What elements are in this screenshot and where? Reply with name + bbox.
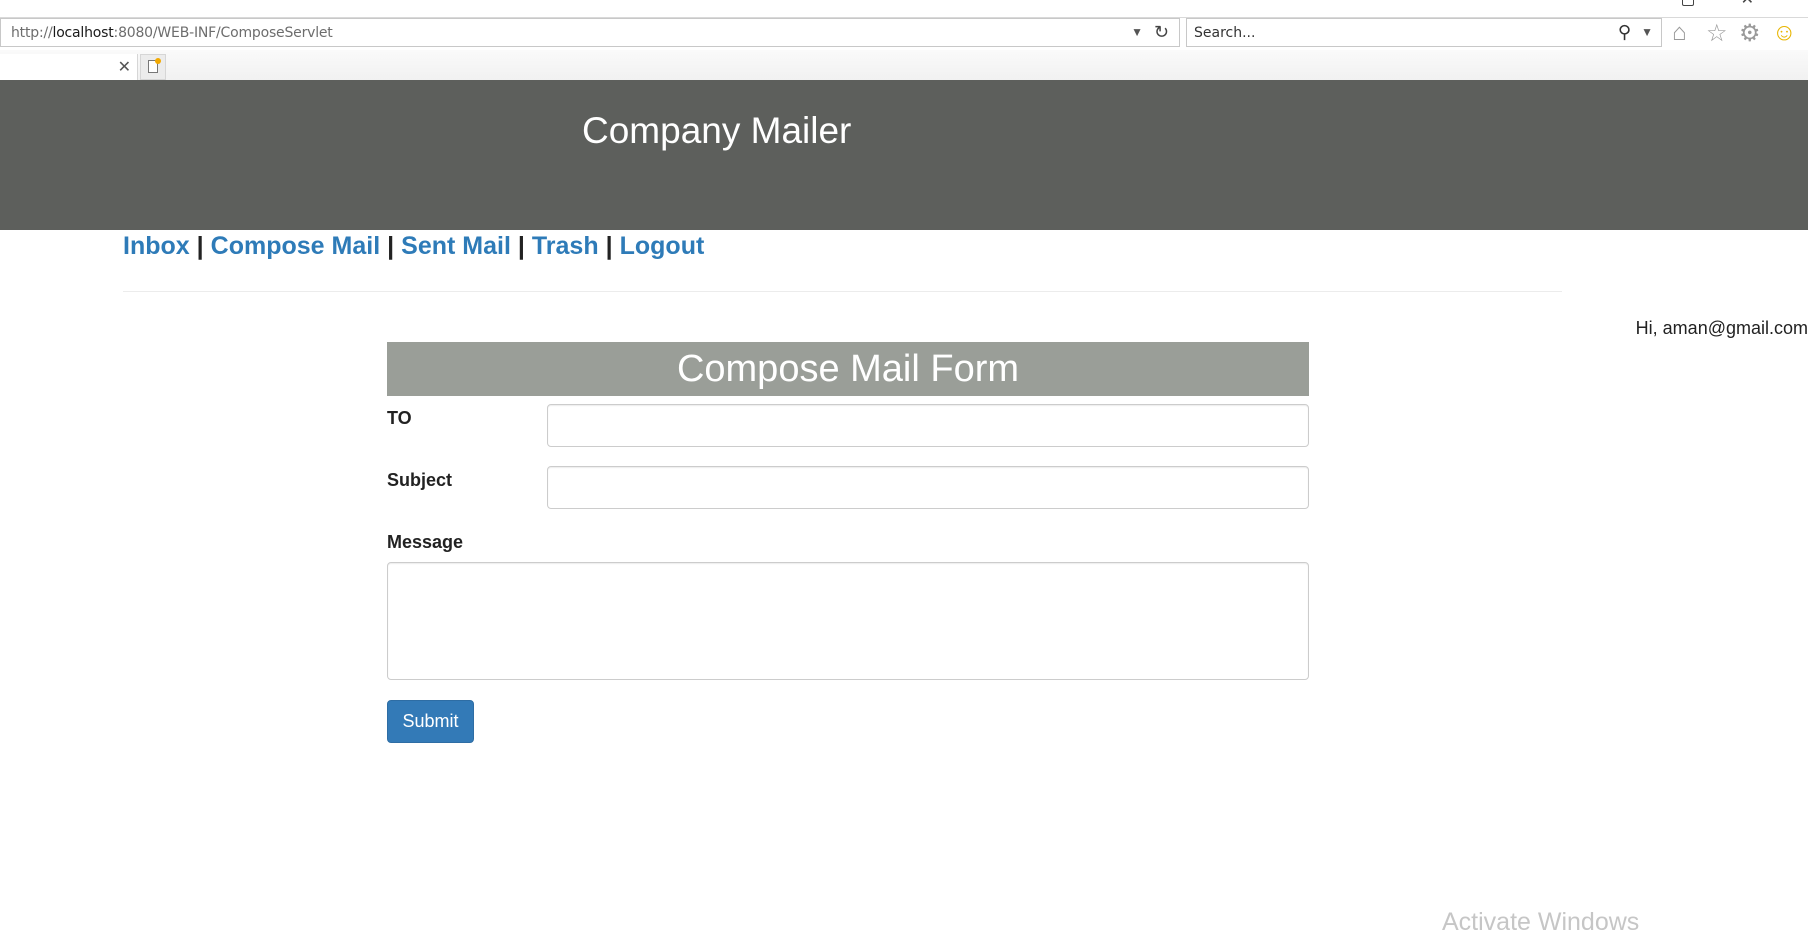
to-label: TO	[387, 408, 412, 428]
nav-logout-link[interactable]: Logout	[620, 232, 705, 260]
chevron-down-icon[interactable]: ▼	[1131, 25, 1143, 39]
subject-input[interactable]	[547, 466, 1309, 509]
message-textarea[interactable]	[387, 562, 1309, 680]
home-icon[interactable]: ⌂	[1672, 19, 1687, 47]
url-text[interactable]: http://localhost:8080/WEB-INF/ComposeSer…	[11, 25, 333, 41]
to-input[interactable]	[547, 404, 1309, 447]
close-icon[interactable]: ✕	[118, 57, 131, 77]
compose-mail-form: Compose Mail Form TO Subject Message Sub…	[387, 342, 1309, 743]
nav-separator: |	[387, 232, 395, 260]
site-title: Company Mailer	[582, 110, 852, 151]
user-greeting: Hi, aman@gmail.com	[1635, 318, 1808, 338]
browser-search-box[interactable]: Search... ⚲ ▼	[1186, 18, 1662, 47]
star-icon[interactable]: ☆	[1706, 19, 1728, 48]
form-title: Compose Mail Form	[387, 342, 1309, 396]
activate-windows-watermark: Activate Windows	[1442, 908, 1640, 936]
nav-inbox-link[interactable]: Inbox	[123, 232, 190, 260]
nav-compose-mail-link[interactable]: Compose Mail	[211, 232, 380, 260]
new-tab-badge	[155, 58, 161, 64]
nav-trash-link[interactable]: Trash	[532, 232, 599, 260]
main-nav: Inbox | Compose Mail | Sent Mail | Trash | Logou…	[123, 232, 704, 261]
tab-strip: ✕	[0, 50, 1808, 80]
site-header: Company Mailer	[0, 80, 1808, 230]
gear-icon[interactable]: ⚙	[1739, 19, 1761, 48]
new-tab-button[interactable]	[140, 54, 166, 80]
submit-button[interactable]: Submit	[387, 700, 474, 743]
search-dropdown-icon[interactable]: ▼	[1641, 25, 1653, 39]
browser-tab[interactable]: ✕	[0, 54, 138, 80]
smiley-icon[interactable]: ☺	[1772, 19, 1797, 47]
browser-search-input[interactable]: Search...	[1194, 25, 1255, 41]
nav-divider	[123, 291, 1562, 292]
subject-label: Subject	[387, 470, 453, 490]
window-controls: ✕	[1658, 0, 1778, 12]
address-bar[interactable]: http://localhost:8080/WEB-INF/ComposeSer…	[0, 18, 1180, 47]
search-icon[interactable]: ⚲	[1618, 22, 1631, 43]
nav-separator: |	[605, 232, 613, 260]
nav-separator: |	[517, 232, 525, 260]
nav-sent-mail-link[interactable]: Sent Mail	[401, 232, 511, 260]
nav-separator: |	[196, 232, 204, 260]
refresh-icon[interactable]: ↻	[1154, 22, 1169, 43]
message-label: Message	[387, 532, 464, 552]
browser-toolbar: ⌂ ☆ ⚙ ☺	[1672, 18, 1808, 48]
close-window-icon[interactable]: ✕	[1741, 0, 1754, 8]
restore-window-icon[interactable]	[1682, 0, 1694, 6]
